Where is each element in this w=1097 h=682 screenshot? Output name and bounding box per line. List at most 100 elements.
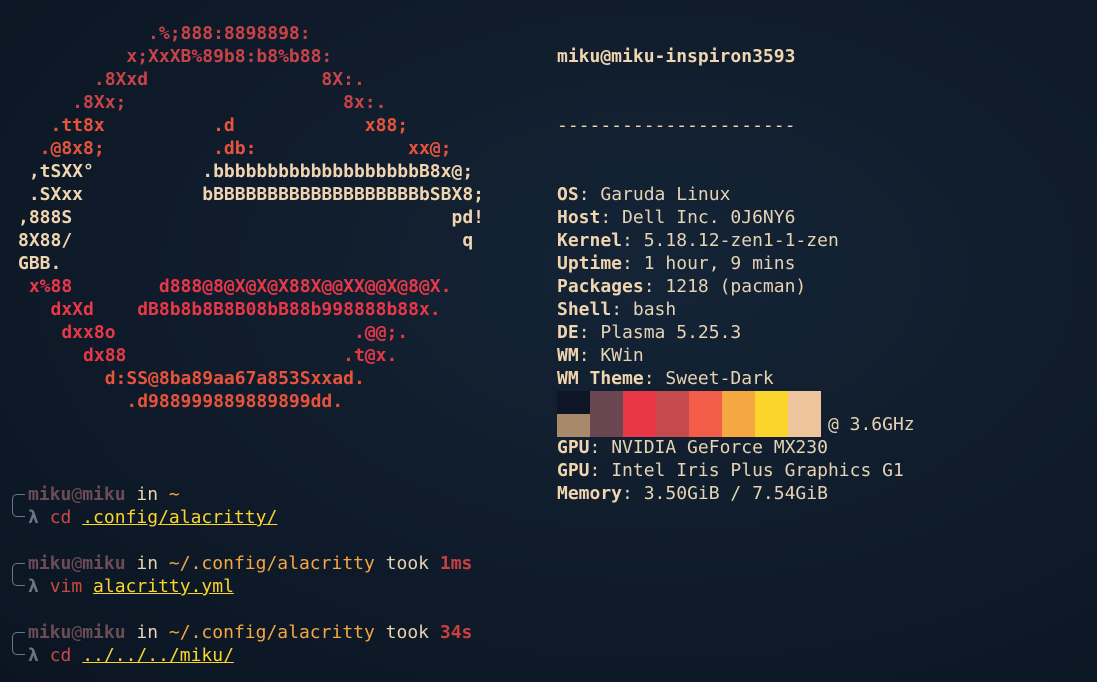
command-name: cd bbox=[49, 645, 72, 666]
info-colon: : bbox=[589, 460, 612, 481]
info-row: Packages: 1218 (pacman) bbox=[557, 275, 915, 298]
logo-line: .%;888:8898898: bbox=[18, 23, 311, 44]
info-key: Kernel bbox=[557, 230, 623, 251]
info-value: 5.18.12-zen1-1-zen bbox=[643, 230, 839, 251]
prompt-block: miku@miku in ~/.config/alacritty took 34… bbox=[10, 621, 472, 667]
prompt-in: in bbox=[125, 553, 169, 574]
info-value: NVIDIA GeForce MX230 bbox=[611, 437, 828, 458]
info-row: Memory: 3.50GiB / 7.54GiB bbox=[557, 482, 915, 505]
info-key: Uptime bbox=[557, 253, 623, 274]
logo-line: 8X88/ q bbox=[18, 230, 474, 251]
prompt-took: took bbox=[374, 622, 440, 643]
garuda-ascii-logo: .%;888:8898898: x;XxXB%89b8:b8%b88: .8Xx… bbox=[18, 22, 484, 413]
info-value: 3.50GiB / 7.54GiB bbox=[643, 483, 828, 504]
user-host-title: miku@miku-inspiron3593 bbox=[557, 46, 796, 67]
prompt-bracket-icon bbox=[12, 494, 25, 517]
info-colon: : bbox=[611, 299, 633, 320]
info-row: Host: Dell Inc. 0J6NY6 bbox=[557, 206, 915, 229]
prompt-header-line: miku@miku in ~ bbox=[28, 483, 472, 506]
command-argument: ../../../miku/ bbox=[82, 645, 234, 666]
prompt-path: ~/.config/alacritty bbox=[168, 553, 375, 574]
color-swatch bbox=[755, 391, 788, 437]
color-swatch bbox=[689, 391, 722, 437]
logo-line: dxx8o .@@;. bbox=[18, 322, 409, 343]
terminal-window[interactable]: .%;888:8898898: x;XxXB%89b8:b8%b88: .8Xx… bbox=[0, 0, 1097, 682]
logo-line: x;XxXB%89b8:b8%b88: bbox=[18, 46, 333, 67]
info-colon: : bbox=[578, 322, 601, 343]
prompt-host: miku bbox=[82, 484, 126, 505]
info-row: DE: Plasma 5.25.3 bbox=[557, 321, 915, 344]
command-line: λ vim alacritty.yml bbox=[28, 575, 472, 598]
logo-line: d:SS@8ba89aa67a853Sxxad. bbox=[18, 368, 365, 389]
shell-history: miku@miku in ~ λ cd .config/alacritty/mik… bbox=[10, 483, 472, 682]
prompt-block: miku@miku in ~ λ cd .config/alacritty/ bbox=[10, 483, 472, 529]
lambda-prompt-icon: λ bbox=[28, 645, 39, 666]
info-value: 1 hour, 9 mins bbox=[643, 253, 796, 274]
info-title-row: miku@miku-inspiron3593 bbox=[557, 45, 915, 68]
logo-line: dx88 .t@x. bbox=[18, 345, 398, 366]
info-colon: : bbox=[643, 368, 666, 389]
info-row: GPU: Intel Iris Plus Graphics G1 bbox=[557, 459, 915, 482]
system-info-panel: miku@miku-inspiron3593 -----------------… bbox=[557, 0, 915, 551]
info-value: Intel Iris Plus Graphics G1 bbox=[611, 460, 904, 481]
prompt-duration: 34s bbox=[439, 622, 473, 643]
info-colon: : bbox=[643, 276, 666, 297]
info-colon: : bbox=[589, 437, 612, 458]
logo-line: .d988999889889899dd. bbox=[18, 391, 344, 412]
info-key: WM Theme bbox=[557, 368, 644, 389]
logo-line: x%88 d888@8@X@X@X88X@@XX@@X@8@X. bbox=[18, 276, 452, 297]
prompt-took: took bbox=[374, 553, 440, 574]
info-key: DE bbox=[557, 322, 579, 343]
info-value: KWin bbox=[600, 345, 644, 366]
prompt-host: miku bbox=[82, 622, 126, 643]
lambda-prompt-icon: λ bbox=[28, 576, 39, 597]
info-colon: : bbox=[600, 207, 623, 228]
command-line: λ cd .config/alacritty/ bbox=[28, 506, 472, 529]
info-row: Uptime: 1 hour, 9 mins bbox=[557, 252, 915, 275]
logo-line: .8Xx; 8x:. bbox=[18, 92, 387, 113]
command-name: cd bbox=[49, 507, 72, 528]
logo-line: dxXd dB8b8b8B8B08bB88b998888b88x. bbox=[18, 299, 441, 320]
prompt-in: in bbox=[125, 484, 169, 505]
logo-line: .@8x8; .db: xx@; bbox=[18, 138, 452, 159]
info-row: WM: KWin bbox=[557, 344, 915, 367]
info-row: WM Theme: Sweet-Dark bbox=[557, 367, 915, 390]
logo-line: .SXxx bBBBBBBBBBBBBBBBBBBBbSBX8; bbox=[18, 184, 484, 205]
info-key: OS bbox=[557, 184, 579, 205]
info-key: Shell bbox=[557, 299, 612, 320]
info-colon: : bbox=[622, 483, 644, 504]
color-swatch bbox=[656, 391, 689, 437]
color-swatch bbox=[623, 391, 656, 437]
command-argument: .config/alacritty/ bbox=[82, 507, 278, 528]
prompt-at: @ bbox=[71, 484, 83, 505]
info-key: GPU bbox=[557, 460, 590, 481]
info-key: Host bbox=[557, 207, 601, 228]
info-colon: : bbox=[622, 253, 644, 274]
info-key: Memory bbox=[557, 483, 623, 504]
info-value: bash bbox=[632, 299, 677, 320]
prompt-bracket-icon bbox=[12, 632, 25, 655]
prompt-host: miku bbox=[82, 553, 126, 574]
color-swatch bbox=[722, 391, 755, 437]
prompt-path: ~ bbox=[168, 484, 180, 505]
color-palette bbox=[557, 391, 821, 437]
info-rule-row: ---------------------- bbox=[557, 114, 915, 137]
command-argument: alacritty.yml bbox=[93, 576, 234, 597]
lambda-prompt-icon: λ bbox=[28, 507, 39, 528]
color-swatch bbox=[590, 391, 623, 437]
info-rows: OS: Garuda Linux Host: Dell Inc. 0J6NY6 Ke… bbox=[557, 183, 915, 505]
prompt-at: @ bbox=[71, 622, 83, 643]
info-value: Sweet-Dark bbox=[665, 368, 774, 389]
prompt-in: in bbox=[125, 622, 169, 643]
prompt-header-line: miku@miku in ~/.config/alacritty took 1m… bbox=[28, 552, 472, 575]
command-line: λ cd ../../../miku/ bbox=[28, 644, 472, 667]
info-row: Shell: bash bbox=[557, 298, 915, 321]
logo-line: .8Xxd 8X:. bbox=[18, 69, 365, 90]
logo-line: GBB. bbox=[18, 253, 62, 274]
command-name: vim bbox=[49, 576, 83, 597]
logo-line: ,888S pd! bbox=[18, 207, 484, 228]
logo-line: ,tSXX° .bbbbbbbbbbbbbbbbbbbB8x@; bbox=[18, 161, 474, 182]
color-swatch bbox=[788, 391, 821, 437]
info-row: GPU: NVIDIA GeForce MX230 bbox=[557, 436, 915, 459]
info-key: Packages bbox=[557, 276, 644, 297]
